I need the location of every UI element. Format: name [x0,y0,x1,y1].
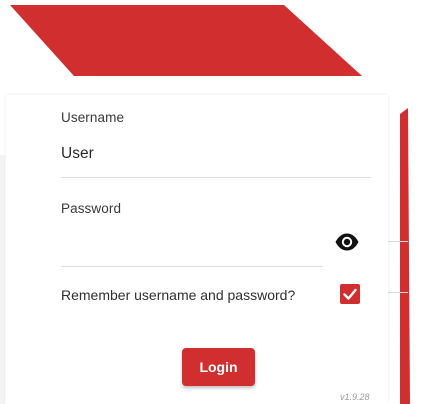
header-banner [10,5,362,76]
remember-checkbox[interactable] [340,284,360,304]
password-input[interactable] [61,236,321,256]
username-underline [61,177,371,178]
username-label: Username [61,110,125,125]
username-input[interactable]: User [61,145,94,163]
login-screen: Username User Password Remember username… [0,0,426,404]
version-label: v1.9.28 [340,392,370,402]
background-panel-edge [0,155,5,404]
password-label: Password [61,201,122,216]
eye-icon[interactable] [334,231,360,253]
header-banner-shape [10,5,362,76]
checkmark-icon [343,288,357,300]
remember-label: Remember username and password? [61,287,296,303]
password-underline [61,266,323,267]
side-accent-strip [400,108,410,404]
login-button[interactable]: Login [182,348,255,386]
